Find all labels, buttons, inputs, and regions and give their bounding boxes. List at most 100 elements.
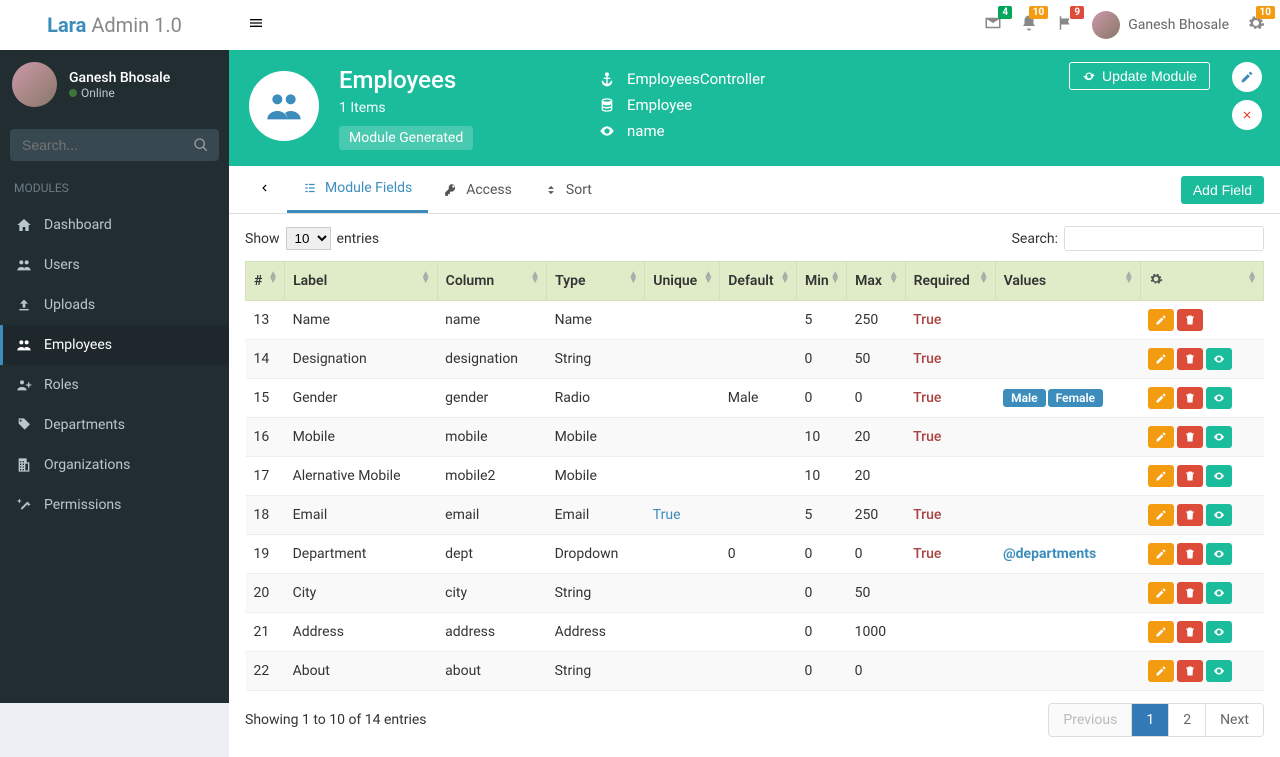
add-field-button[interactable]: Add Field [1181,176,1264,204]
col-label[interactable]: Label▲▼ [285,262,438,301]
row-view-button[interactable] [1206,504,1232,526]
search-icon[interactable] [193,137,209,157]
flag-badge: 9 [1070,6,1084,19]
row-delete-button[interactable] [1177,504,1203,526]
row-view-button[interactable] [1206,465,1232,487]
avatar [1092,11,1120,39]
gear-notif[interactable]: 10 [1247,14,1265,36]
module-title: Employees [339,66,579,94]
eye-icon [1213,587,1225,599]
row-edit-button[interactable] [1148,582,1174,604]
sidebar-item-users[interactable]: Users [0,245,229,285]
row-delete-button[interactable] [1177,426,1203,448]
mail-notif[interactable]: 4 [984,14,1002,36]
sidebar-header: MODULES [0,171,229,205]
sidebar-item-permissions[interactable]: Permissions [0,485,229,525]
row-delete-button[interactable] [1177,465,1203,487]
row-edit-button[interactable] [1148,543,1174,565]
user-plus-icon [16,377,32,393]
sidebar-user-status: Online [69,86,170,100]
col-type[interactable]: Type▲▼ [547,262,645,301]
page-1[interactable]: 1 [1132,704,1169,736]
trash-icon [1184,470,1196,482]
sidebar-item-label: Departments [44,417,125,433]
row-edit-button[interactable] [1148,621,1174,643]
col-actions: ▲▼ [1140,262,1263,301]
row-delete-button[interactable] [1177,621,1203,643]
sidebar-item-uploads[interactable]: Uploads [0,285,229,325]
module-edit-button[interactable] [1232,62,1262,92]
page-next[interactable]: Next [1206,704,1263,736]
page-prev[interactable]: Previous [1049,704,1132,736]
tab-sort[interactable]: Sort [528,168,608,212]
tab-access[interactable]: Access [428,168,528,212]
flag-notif[interactable]: 9 [1056,14,1074,36]
page-2[interactable]: 2 [1169,704,1206,736]
eye-icon [1213,470,1225,482]
col-min[interactable]: Min▲▼ [797,262,847,301]
module-view-row: name [599,118,765,144]
row-edit-button[interactable] [1148,348,1174,370]
dt-search-input[interactable] [1064,226,1264,251]
list-icon [303,181,317,195]
trash-icon [1184,626,1196,638]
row-edit-button[interactable] [1148,660,1174,682]
sidebar-item-roles[interactable]: Roles [0,365,229,405]
sidebar-toggle[interactable] [244,11,268,39]
module-model-row: Employee [599,92,765,118]
row-edit-button[interactable] [1148,387,1174,409]
col-unique[interactable]: Unique▲▼ [645,262,720,301]
eye-icon [1213,509,1225,521]
sidebar-item-departments[interactable]: Departments [0,405,229,445]
bell-notif[interactable]: 10 [1020,14,1038,36]
module-delete-button[interactable] [1232,100,1262,130]
row-edit-button[interactable] [1148,426,1174,448]
col-default[interactable]: Default▲▼ [720,262,797,301]
col-#[interactable]: #▲▼ [246,262,285,301]
tab-back[interactable] [249,167,279,213]
col-column[interactable]: Column▲▼ [437,262,546,301]
col-required[interactable]: Required▲▼ [905,262,995,301]
gear-badge: 10 [1256,6,1275,19]
sidebar-search-input[interactable] [10,129,219,161]
row-view-button[interactable] [1206,543,1232,565]
row-delete-button[interactable] [1177,348,1203,370]
row-view-button[interactable] [1206,582,1232,604]
user-menu[interactable]: Ganesh Bhosale [1092,11,1229,39]
row-edit-button[interactable] [1148,504,1174,526]
trash-icon [1184,587,1196,599]
eye-icon [1213,626,1225,638]
row-delete-button[interactable] [1177,309,1203,331]
sidebar-item-organizations[interactable]: Organizations [0,445,229,485]
row-view-button[interactable] [1206,387,1232,409]
tab-module-fields[interactable]: Module Fields [287,166,428,213]
trash-icon [1184,392,1196,404]
home-icon [16,217,32,233]
row-delete-button[interactable] [1177,543,1203,565]
row-edit-button[interactable] [1148,309,1174,331]
sidebar-item-employees[interactable]: Employees [0,325,229,365]
row-edit-button[interactable] [1148,465,1174,487]
pencil-icon [1155,665,1167,677]
trash-icon [1184,548,1196,560]
brand-logo[interactable]: Lara Admin 1.0 [0,0,229,50]
col-max[interactable]: Max▲▼ [847,262,905,301]
users-icon [16,257,32,273]
dt-search: Search: [1012,226,1264,251]
update-module-button[interactable]: Update Module [1069,62,1210,90]
pencil-icon [1240,70,1254,84]
tags-icon [16,417,32,433]
row-delete-button[interactable] [1177,582,1203,604]
bell-badge: 10 [1029,6,1048,19]
sidebar-item-dashboard[interactable]: Dashboard [0,205,229,245]
row-view-button[interactable] [1206,660,1232,682]
brand-part1: Lara [47,13,86,37]
row-view-button[interactable] [1206,348,1232,370]
dt-length-select[interactable]: 10 [286,227,331,250]
row-view-button[interactable] [1206,621,1232,643]
row-delete-button[interactable] [1177,387,1203,409]
table-row: 21AddressaddressAddress01000 [246,613,1264,652]
row-delete-button[interactable] [1177,660,1203,682]
col-values[interactable]: Values▲▼ [995,262,1140,301]
row-view-button[interactable] [1206,426,1232,448]
